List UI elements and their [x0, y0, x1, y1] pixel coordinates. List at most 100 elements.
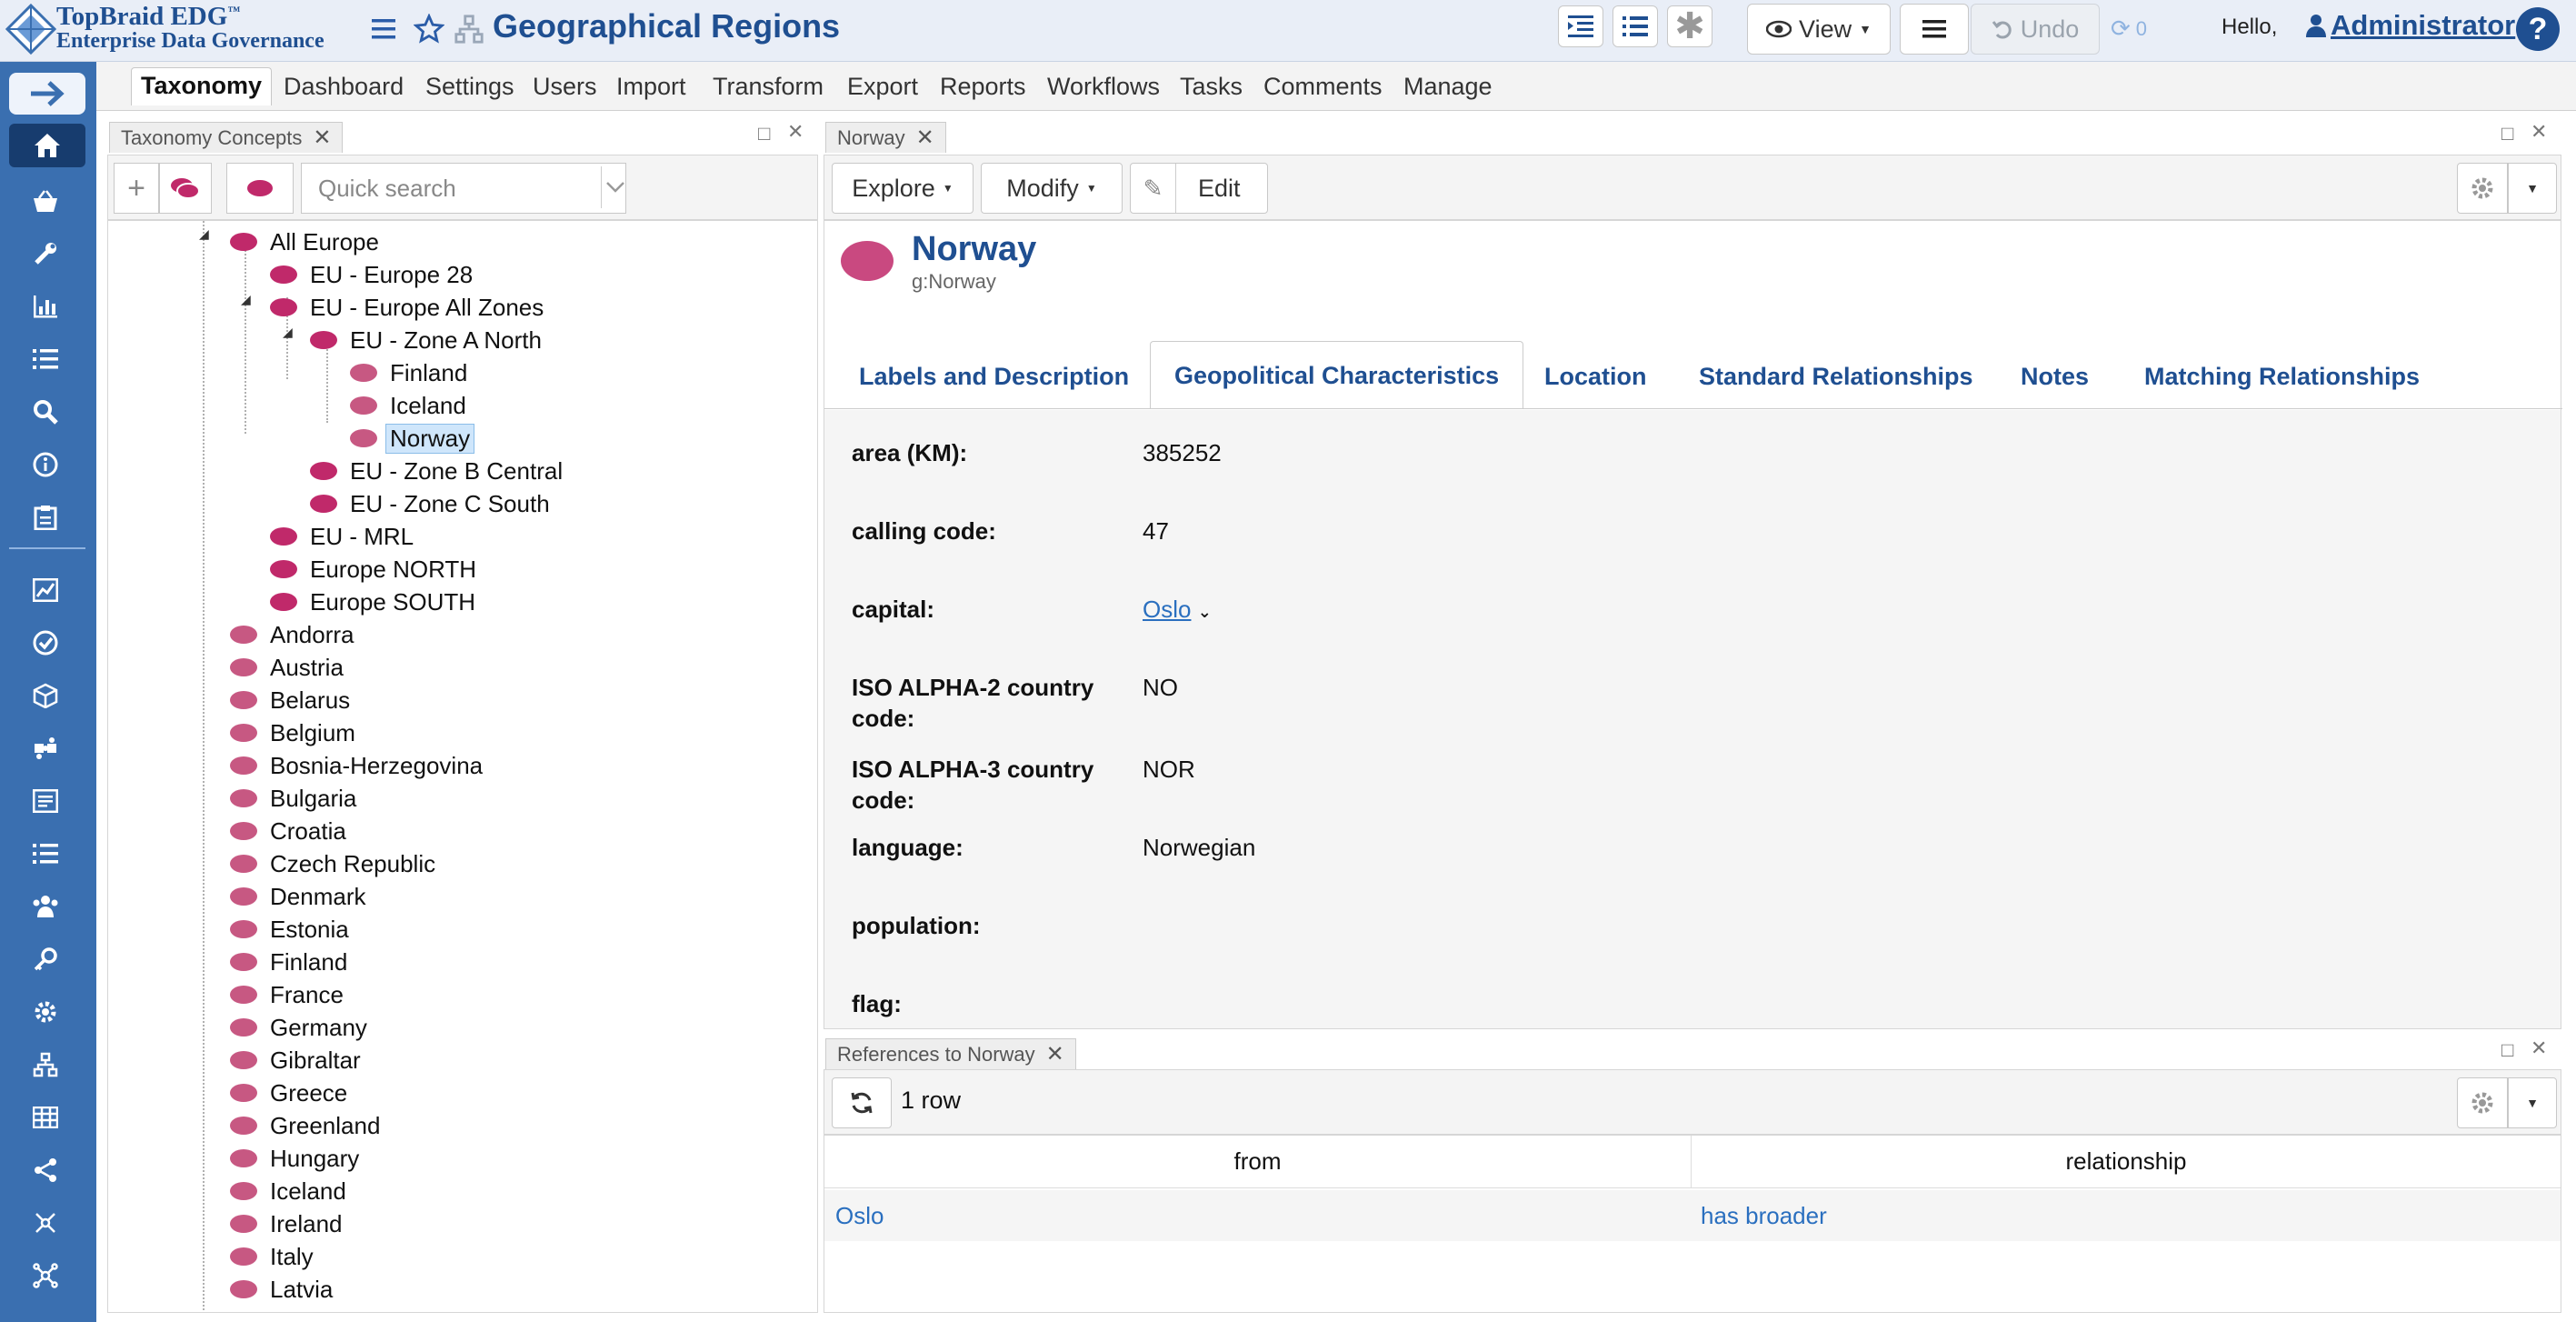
tree-node[interactable]: EU - MRL [270, 521, 414, 552]
tab-notes[interactable]: Notes [2021, 363, 2089, 391]
key-gear-icon[interactable] [30, 944, 61, 975]
sitemap-icon[interactable] [30, 1049, 61, 1080]
asterisk-icon[interactable]: ✱ [1667, 5, 1712, 47]
tree-node[interactable]: Austria [230, 652, 344, 683]
info-icon[interactable] [30, 449, 61, 480]
share-icon[interactable] [30, 1155, 61, 1186]
close-icon[interactable]: ✕ [916, 125, 934, 151]
tab-location[interactable]: Location [1544, 363, 1647, 391]
settings-gear-icon[interactable] [2457, 1077, 2508, 1128]
tree-node[interactable]: Latvia [230, 1274, 333, 1305]
basket-icon[interactable] [30, 185, 61, 216]
indent-view-button[interactable] [1558, 5, 1603, 47]
close-icon[interactable]: ✕ [787, 120, 804, 144]
hamburger-menu-icon[interactable] [367, 11, 404, 47]
maximize-icon[interactable]: □ [2501, 1038, 2513, 1062]
tree-node[interactable]: EU - Europe All Zones [270, 292, 544, 323]
tree-node[interactable]: Greenland [230, 1110, 380, 1141]
tree-node[interactable]: Europe SOUTH [270, 586, 475, 617]
refresh-button[interactable] [832, 1077, 892, 1128]
nav-tab-transform[interactable]: Transform [713, 73, 824, 101]
bullet-list-icon[interactable] [30, 838, 61, 869]
tree-node[interactable]: Finland [230, 946, 347, 977]
tree-node[interactable]: EU - Europe 28 [270, 259, 473, 290]
tree-node[interactable]: Hungary [230, 1143, 359, 1174]
tab-labels-and-description[interactable]: Labels and Description [859, 363, 1129, 391]
redo-counter[interactable]: ⟳ 0 [2111, 15, 2147, 43]
caret-down-icon[interactable]: ▼ [2508, 163, 2557, 214]
tab-matching-relationships[interactable]: Matching Relationships [2144, 363, 2420, 391]
tree-node[interactable]: Finland [350, 357, 467, 388]
tree-node[interactable]: Belarus [230, 685, 350, 716]
wrench-icon[interactable] [30, 238, 61, 269]
tab-geopolitical-characteristics[interactable]: Geopolitical Characteristics [1150, 341, 1524, 408]
nav-tab-export[interactable]: Export [847, 73, 918, 101]
tree-node[interactable]: EU - Zone A North [310, 325, 542, 356]
document-icon[interactable] [30, 786, 61, 816]
main-menu-button[interactable] [1900, 4, 1969, 55]
home-icon[interactable] [9, 124, 85, 167]
capital-link[interactable]: Oslo [1143, 596, 1191, 623]
nav-tab-comments[interactable]: Comments [1263, 73, 1383, 101]
nav-tab-dashboard[interactable]: Dashboard [284, 73, 404, 101]
tree-node[interactable]: All Europe [230, 226, 379, 257]
maximize-icon[interactable]: □ [2501, 122, 2513, 145]
network-icon[interactable] [30, 1207, 61, 1238]
tree-node[interactable]: Greece [230, 1077, 347, 1108]
oslo-link[interactable]: Oslo [835, 1202, 884, 1230]
chart-icon[interactable] [30, 291, 61, 322]
close-icon[interactable]: ✕ [1046, 1041, 1064, 1067]
settings-gear-icon[interactable] [30, 997, 61, 1027]
tree-node[interactable]: France [230, 979, 344, 1010]
tree-node[interactable]: Bulgaria [230, 783, 356, 814]
tree-node[interactable]: EU - Zone B Central [310, 456, 563, 486]
tree-node[interactable]: Andorra [230, 619, 354, 650]
table-icon[interactable] [30, 1102, 61, 1133]
tree-node[interactable]: Iceland [230, 1176, 346, 1207]
tree-node[interactable]: Croatia [230, 816, 346, 846]
close-icon[interactable]: ✕ [2531, 120, 2547, 144]
view-menu-button[interactable]: View ▼ [1747, 4, 1891, 55]
nav-tab-tasks[interactable]: Tasks [1180, 73, 1243, 101]
chevron-down-icon[interactable]: ⌄ [1198, 603, 1212, 621]
list-view-button[interactable] [1612, 5, 1658, 47]
nav-tab-manage[interactable]: Manage [1403, 73, 1493, 101]
user-menu-link[interactable]: Administrator [2305, 9, 2515, 42]
check-circle-icon[interactable] [30, 627, 61, 658]
tree-node[interactable]: Germany [230, 1012, 367, 1043]
tree-node[interactable]: Ireland [230, 1208, 343, 1239]
explore-button[interactable]: Explore ▼ [832, 163, 973, 214]
favorite-star-icon[interactable] [411, 11, 447, 47]
tree-node[interactable]: Belgium [230, 717, 355, 748]
cube-icon[interactable] [30, 680, 61, 711]
collapse-triangle-icon[interactable]: ◢ [241, 292, 251, 307]
nav-tab-taxonomy[interactable]: Taxonomy [131, 67, 273, 105]
nav-tab-users[interactable]: Users [533, 73, 597, 101]
tree-node[interactable]: Iceland [350, 390, 466, 421]
quick-search-input[interactable]: Quick search [301, 163, 626, 214]
nav-tab-settings[interactable]: Settings [425, 73, 514, 101]
search-icon[interactable] [30, 396, 61, 427]
nav-tab-workflows[interactable]: Workflows [1047, 73, 1160, 101]
tree-node[interactable]: Denmark [230, 881, 365, 912]
tree-node[interactable]: Europe NORTH [270, 554, 476, 585]
add-sibling-button[interactable] [226, 163, 294, 214]
chevron-down-icon[interactable] [601, 166, 628, 208]
tab-references[interactable]: References to Norway ✕ [825, 1038, 1076, 1069]
collapse-triangle-icon[interactable]: ◢ [199, 226, 209, 242]
column-header-from[interactable]: from [824, 1136, 1692, 1188]
tree-node[interactable]: EU - Zone C South [310, 488, 550, 519]
add-concept-button[interactable]: + [114, 163, 159, 214]
nav-tab-import[interactable]: Import [616, 73, 686, 101]
close-icon[interactable]: ✕ [313, 125, 331, 151]
tree-node[interactable]: Gibraltar [230, 1045, 361, 1076]
close-icon[interactable]: ✕ [2531, 1037, 2547, 1060]
task-list-icon[interactable] [30, 344, 61, 375]
column-header-relationship[interactable]: relationship [1692, 1136, 2561, 1188]
nav-tab-reports[interactable]: Reports [940, 73, 1026, 101]
tab-standard-relationships[interactable]: Standard Relationships [1699, 363, 1973, 391]
add-child-button[interactable] [159, 163, 212, 214]
users-icon[interactable] [30, 891, 61, 922]
tree-node-selected[interactable]: Norway [350, 423, 475, 454]
modify-button[interactable]: Modify ▼ [981, 163, 1123, 214]
